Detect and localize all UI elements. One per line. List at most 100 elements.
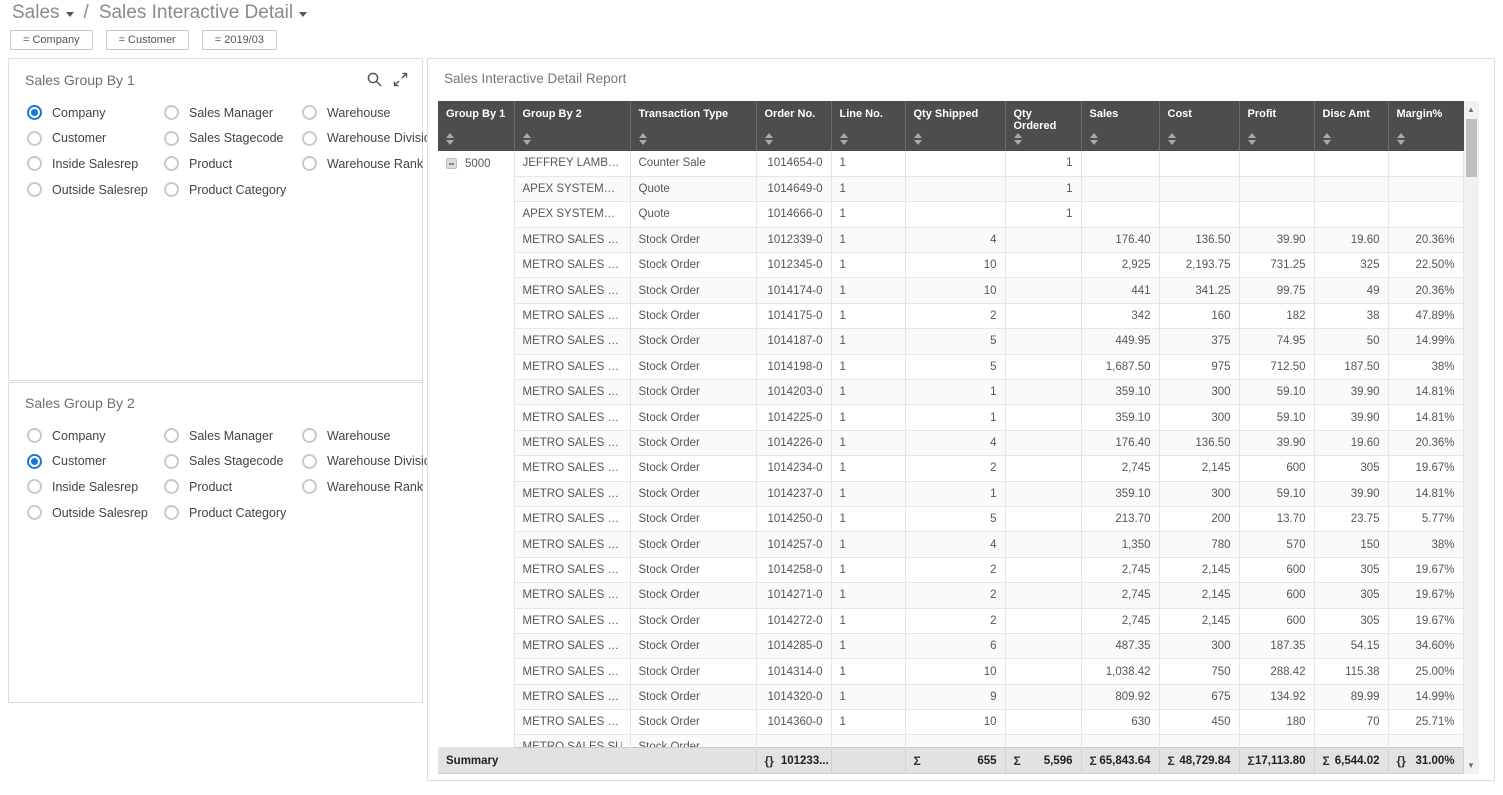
cell-qty-shipped[interactable]: 4	[905, 227, 1005, 252]
group-by-1-radio-company[interactable]: Company	[27, 100, 164, 126]
cell-qty-ordered[interactable]	[1005, 583, 1081, 608]
cell-disc-amt[interactable]: 89.99	[1314, 684, 1388, 709]
cell-margin[interactable]: 25.71%	[1388, 710, 1463, 735]
cell-order-no[interactable]: 1014226-0	[756, 430, 831, 455]
cell-qty-shipped[interactable]	[905, 735, 1005, 748]
cell-qty-shipped[interactable]: 10	[905, 278, 1005, 303]
cell-profit[interactable]	[1239, 735, 1314, 748]
cell-transaction-type[interactable]: Stock Order	[630, 532, 756, 557]
cell-qty-ordered[interactable]	[1005, 659, 1081, 684]
cell-margin[interactable]: 5.77%	[1388, 506, 1463, 531]
column-header-disc-amt[interactable]: Disc Amt	[1314, 101, 1388, 151]
cell-disc-amt[interactable]: 54.15	[1314, 633, 1388, 658]
cell-qty-shipped[interactable]: 10	[905, 253, 1005, 278]
table-row[interactable]: APEX SYSTEMS COMP...Quote1014666-011	[438, 202, 1463, 227]
cell-group-by-2[interactable]: METRO SALES SUPPLY	[514, 329, 630, 354]
table-row[interactable]: 5000JEFFREY LAMB, INC.Counter Sale101465…	[438, 151, 1463, 176]
cell-order-no[interactable]: 1014320-0	[756, 684, 831, 709]
cell-transaction-type[interactable]: Quote	[630, 176, 756, 201]
group-by-2-radio-product[interactable]: Product	[164, 474, 302, 500]
group-by-1-radio-customer[interactable]: Customer	[27, 126, 164, 152]
group-by-2-radio-warehouse-division[interactable]: Warehouse Division	[302, 449, 438, 475]
cell-transaction-type[interactable]: Stock Order	[630, 659, 756, 684]
radio-icon[interactable]	[27, 428, 42, 443]
filter-chip-2019-03[interactable]: = 2019/03	[202, 30, 277, 50]
cell-margin[interactable]: 25.00%	[1388, 659, 1463, 684]
table-row[interactable]: METRO SALES SUPPLYStock Order1014225-011…	[438, 405, 1463, 430]
cell-group-by-1[interactable]: 5000	[438, 151, 514, 748]
cell-order-no[interactable]	[756, 735, 831, 748]
cell-disc-amt[interactable]: 150	[1314, 532, 1388, 557]
group-by-2-radio-inside-salesrep[interactable]: Inside Salesrep	[27, 474, 164, 500]
column-header-qty-shipped[interactable]: Qty Shipped	[905, 101, 1005, 151]
cell-qty-shipped[interactable]: 5	[905, 329, 1005, 354]
cell-profit[interactable]: 59.10	[1239, 405, 1314, 430]
sort-icon[interactable]	[523, 133, 531, 145]
cell-profit[interactable]: 74.95	[1239, 329, 1314, 354]
table-row[interactable]: METRO SALES SUPPLYStock Order1014314-011…	[438, 659, 1463, 684]
cell-order-no[interactable]: 1014175-0	[756, 303, 831, 328]
cell-transaction-type[interactable]: Stock Order	[630, 583, 756, 608]
radio-icon[interactable]	[302, 131, 317, 146]
cell-sales[interactable]: 176.40	[1081, 227, 1159, 252]
cell-transaction-type[interactable]: Counter Sale	[630, 151, 756, 176]
table-row[interactable]: METRO SALES SUPPLYStock Order1014272-012…	[438, 608, 1463, 633]
table-row[interactable]: METRO SALES SUPPLYStock Order1014226-014…	[438, 430, 1463, 455]
cell-qty-shipped[interactable]: 9	[905, 684, 1005, 709]
table-row[interactable]: METRO SALES SUPPLYStock Order1014203-011…	[438, 380, 1463, 405]
cell-qty-ordered[interactable]	[1005, 405, 1081, 430]
cell-disc-amt[interactable]	[1314, 176, 1388, 201]
cell-disc-amt[interactable]: 305	[1314, 608, 1388, 633]
column-header-margin[interactable]: Margin%	[1388, 101, 1463, 151]
cell-sales[interactable]: 2,745	[1081, 608, 1159, 633]
cell-disc-amt[interactable]: 39.90	[1314, 380, 1388, 405]
group-by-2-radio-company[interactable]: Company	[27, 423, 164, 449]
collapse-group-icon[interactable]	[446, 158, 457, 169]
search-icon[interactable]	[366, 71, 383, 88]
cell-group-by-2[interactable]: METRO SALES SUPPLY	[514, 633, 630, 658]
cell-sales[interactable]: 2,745	[1081, 456, 1159, 481]
column-header-profit[interactable]: Profit	[1239, 101, 1314, 151]
cell-order-no[interactable]: 1014187-0	[756, 329, 831, 354]
cell-profit[interactable]: 731.25	[1239, 253, 1314, 278]
cell-cost[interactable]	[1159, 151, 1239, 176]
table-row[interactable]: METRO SALES SUPPLYStock Order1012345-011…	[438, 253, 1463, 278]
cell-cost[interactable]: 2,145	[1159, 583, 1239, 608]
cell-line-no[interactable]: 1	[831, 227, 905, 252]
table-row[interactable]: METRO SALES SUPPLYStock Order1014174-011…	[438, 278, 1463, 303]
cell-sales[interactable]: 441	[1081, 278, 1159, 303]
cell-group-by-2[interactable]: METRO SALES SUPPLY	[514, 278, 630, 303]
cell-qty-ordered[interactable]	[1005, 633, 1081, 658]
cell-qty-ordered[interactable]	[1005, 557, 1081, 582]
cell-cost[interactable]: 450	[1159, 710, 1239, 735]
cell-sales[interactable]: 176.40	[1081, 430, 1159, 455]
cell-group-by-2[interactable]: METRO SALES SUPPLY	[514, 456, 630, 481]
cell-cost[interactable]: 675	[1159, 684, 1239, 709]
cell-transaction-type[interactable]: Stock Order	[630, 380, 756, 405]
cell-cost[interactable]: 300	[1159, 405, 1239, 430]
cell-disc-amt[interactable]	[1314, 151, 1388, 176]
radio-icon[interactable]	[302, 156, 317, 171]
cell-margin[interactable]	[1388, 735, 1463, 748]
group-by-2-radio-warehouse-rank[interactable]: Warehouse Rank	[302, 474, 438, 500]
cell-qty-ordered[interactable]	[1005, 735, 1081, 748]
cell-qty-shipped[interactable]: 4	[905, 532, 1005, 557]
cell-cost[interactable]: 300	[1159, 380, 1239, 405]
cell-order-no[interactable]: 1014272-0	[756, 608, 831, 633]
group-by-1-radio-warehouse-division[interactable]: Warehouse Division	[302, 126, 438, 152]
sort-icon[interactable]	[639, 133, 647, 145]
cell-group-by-2[interactable]: METRO SALES SUPPLY	[514, 430, 630, 455]
cell-transaction-type[interactable]: Stock Order	[630, 278, 756, 303]
cell-disc-amt[interactable]: 305	[1314, 557, 1388, 582]
cell-qty-ordered[interactable]: 1	[1005, 151, 1081, 176]
cell-order-no[interactable]: 1014666-0	[756, 202, 831, 227]
cell-cost[interactable]: 2,145	[1159, 456, 1239, 481]
cell-transaction-type[interactable]: Stock Order	[630, 506, 756, 531]
cell-cost[interactable]: 136.50	[1159, 430, 1239, 455]
cell-qty-shipped[interactable]	[905, 202, 1005, 227]
radio-icon[interactable]	[164, 479, 179, 494]
cell-qty-shipped[interactable]: 10	[905, 710, 1005, 735]
cell-sales[interactable]: 359.10	[1081, 380, 1159, 405]
radio-icon[interactable]	[27, 131, 42, 146]
cell-disc-amt[interactable]	[1314, 735, 1388, 748]
